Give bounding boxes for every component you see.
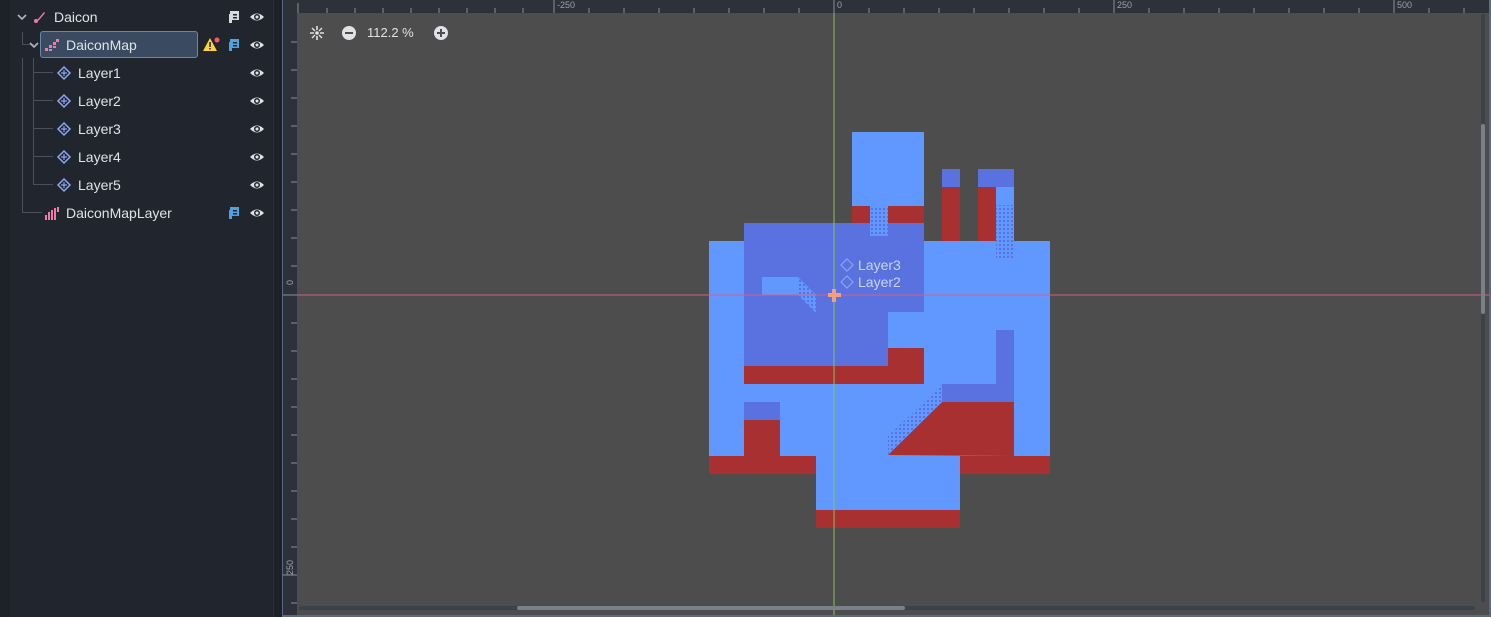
tree-item-layer2[interactable]: Layer2 (10, 87, 274, 115)
zoom-level-button[interactable]: 112.2 % (367, 25, 414, 40)
ruler-label: -250 (557, 0, 576, 10)
tilemap-icon (45, 207, 59, 220)
tree-item-label: Layer5 (78, 177, 121, 193)
tree-item-label: DaiconMapLayer (66, 205, 172, 221)
tree-item-label: Layer4 (78, 149, 121, 165)
tilemap-layer-icon (56, 177, 72, 193)
tilemap-layer-icon (56, 65, 72, 81)
canvas-layer-label: Layer2 (858, 274, 901, 290)
zoom-out-icon[interactable] (341, 25, 357, 41)
tree-item-layer1[interactable]: Layer1 (10, 59, 274, 87)
tree-item-label: Layer3 (78, 121, 121, 137)
tilemap-canvas[interactable]: Layer3 Layer2 (283, 0, 1491, 617)
tilemap-layer-icon (56, 149, 72, 165)
ruler-label: 500 (1397, 0, 1413, 10)
eye-icon[interactable] (249, 205, 265, 221)
warning-icon[interactable] (202, 36, 220, 54)
tree-item-daiconmap[interactable]: DaiconMap (10, 31, 274, 59)
eye-icon[interactable] (249, 121, 265, 137)
tree-item-label: DaiconMap (66, 37, 137, 53)
tree-item-daiconmaplayer[interactable]: DaiconMapLayer (10, 199, 274, 227)
ruler-label: 0 (837, 0, 843, 10)
tilemap-icon (45, 39, 59, 51)
horizontal-scrollbar-thumb[interactable] (517, 606, 905, 610)
tree-item-label: Layer1 (78, 65, 121, 81)
scene-root-icon (34, 12, 45, 23)
tilemap-layer-icon (56, 93, 72, 109)
collapse-arrow-icon[interactable] (28, 39, 40, 51)
eye-icon[interactable] (249, 65, 265, 81)
center-view-icon[interactable] (309, 25, 325, 41)
tilemap-layer-icon (56, 121, 72, 137)
tree-item-layer3[interactable]: Layer3 (10, 115, 274, 143)
ruler-horizontal[interactable]: -250 0 250 500 (283, 0, 1489, 13)
vertical-scrollbar-thumb[interactable] (1481, 124, 1485, 314)
eye-icon[interactable] (249, 149, 265, 165)
ruler-label: 250 (1117, 0, 1133, 10)
tree-item-daicon[interactable]: Daicon (10, 3, 274, 31)
zoom-in-icon[interactable] (433, 25, 449, 41)
eye-icon[interactable] (249, 93, 265, 109)
script-icon[interactable] (226, 9, 242, 25)
tree-item-layer4[interactable]: Layer4 (10, 143, 274, 171)
eye-icon[interactable] (249, 37, 265, 53)
eye-icon[interactable] (249, 177, 265, 193)
ruler-vertical[interactable]: 0 250 (283, 0, 297, 615)
canvas-layer-label: Layer3 (858, 257, 901, 273)
ruler-label: 0 (285, 279, 295, 285)
ruler-label: 250 (285, 559, 295, 575)
tree-item-label: Daicon (54, 9, 98, 25)
editor-window: Daicon DaiconMap Layer1 Layer2 Layer3 La… (0, 0, 1491, 617)
script-icon[interactable] (226, 37, 242, 53)
collapse-arrow-icon[interactable] (16, 11, 28, 23)
script-icon[interactable] (226, 205, 242, 221)
eye-icon[interactable] (249, 9, 265, 25)
tree-item-layer5[interactable]: Layer5 (10, 171, 274, 199)
tree-item-label: Layer2 (78, 93, 121, 109)
canvas-viewport[interactable]: Layer3 Layer2 -250 0 250 500 0 250 112.2… (282, 0, 1491, 617)
scene-tree-panel: Daicon DaiconMap Layer1 Layer2 Layer3 La… (10, 0, 274, 617)
